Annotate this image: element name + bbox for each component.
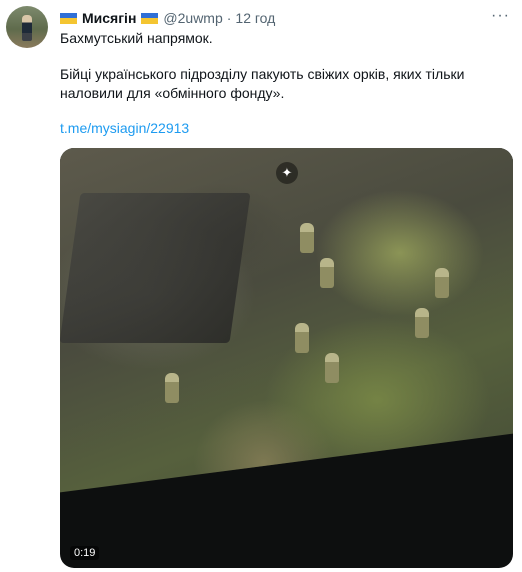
soldier-figure bbox=[415, 308, 429, 338]
author-handle[interactable]: @2uwmp bbox=[163, 10, 222, 26]
video-duration: 0:19 bbox=[70, 546, 100, 560]
video-frame bbox=[60, 148, 513, 493]
tweet-timestamp[interactable]: 12 год bbox=[235, 10, 275, 26]
author-name[interactable]: Мисягін bbox=[82, 10, 136, 26]
tweet-text-line: наловили для «обмінного фонду». bbox=[60, 85, 285, 101]
soldier-figure bbox=[435, 268, 449, 298]
soldier-figure bbox=[325, 353, 339, 383]
ukraine-flag-icon bbox=[60, 12, 77, 24]
more-options-icon[interactable]: ··· bbox=[491, 7, 510, 25]
soldier-figure bbox=[165, 373, 179, 403]
tweet-header: Мисягін @2uwmp · 12 год bbox=[60, 9, 275, 27]
soldier-figure bbox=[300, 223, 314, 253]
structure-shape bbox=[60, 193, 251, 343]
separator-dot: · bbox=[226, 10, 232, 26]
tweet-text-line: Бахмутський напрямок. bbox=[60, 30, 213, 46]
soldier-figure bbox=[320, 258, 334, 288]
tweet-card[interactable]: Мисягін @2uwmp · 12 год ··· Бахмутський … bbox=[0, 0, 522, 572]
soldier-figure bbox=[295, 323, 309, 353]
ukraine-flag-icon bbox=[141, 12, 159, 24]
sparkle-icon[interactable]: ✦ bbox=[276, 162, 298, 184]
video-player[interactable]: ✦ 0:19 bbox=[60, 148, 513, 568]
avatar[interactable] bbox=[6, 6, 48, 48]
telegram-link[interactable]: t.me/mysiagin/22913 bbox=[60, 120, 189, 136]
tweet-text-line: Бійці українського підрозділу пакують св… bbox=[60, 66, 465, 82]
